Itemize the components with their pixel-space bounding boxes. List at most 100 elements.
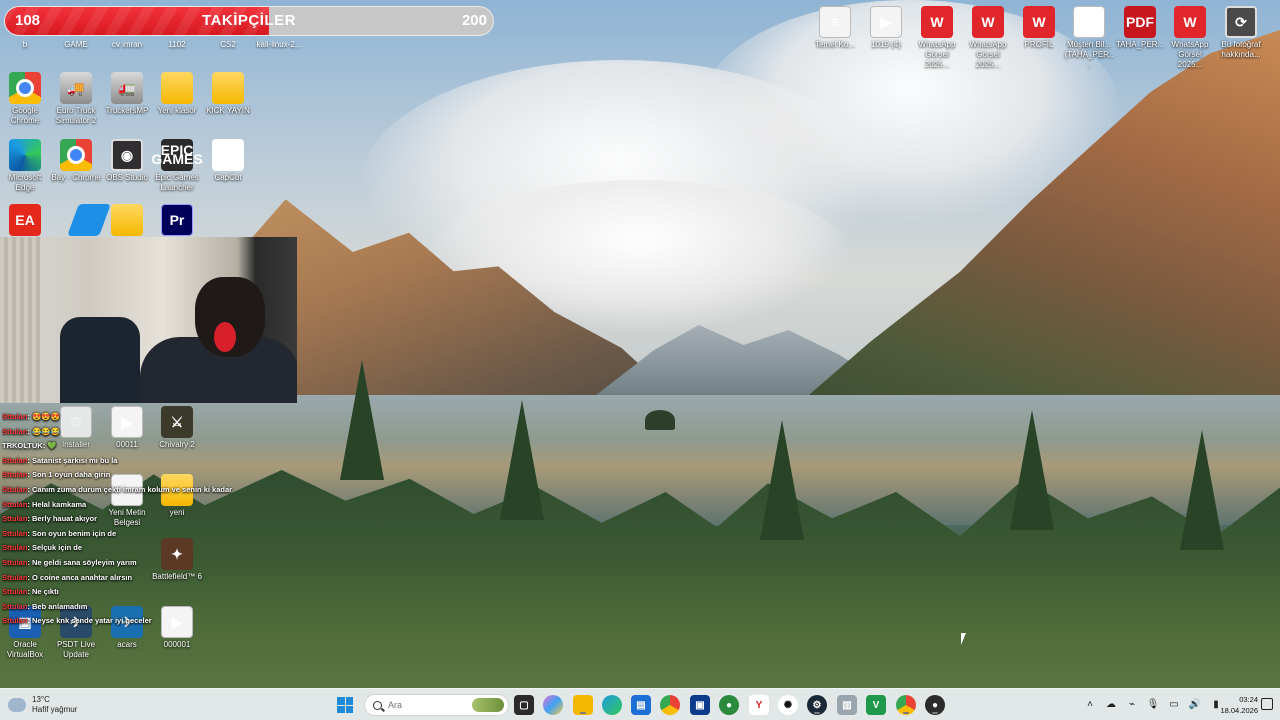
copilot-icon[interactable] — [543, 695, 563, 715]
chat-message: Sttulan: 😂😂😂 — [2, 426, 61, 436]
epic-icon: EPIC GAMES — [151, 139, 203, 171]
clock[interactable]: 03:24 18.04.2026 — [1220, 694, 1258, 716]
desktop-icon-label[interactable]: b — [0, 40, 50, 49]
microphone-icon[interactable]: 🎙 — [1147, 698, 1160, 710]
desktop-icon[interactable]: W WhatsApp Görsel 2025... — [1165, 6, 1215, 70]
desktop-icon-truckersmp[interactable]: 🚛 TruckersMP — [102, 72, 152, 116]
desktop-icon-edge[interactable]: Microsoft Edge — [0, 139, 50, 193]
desktop-icon-epic-games[interactable]: EPIC GAMES Epic Games Launcher — [151, 139, 203, 193]
ea-icon: EA — [9, 204, 41, 236]
chat-message: Sttulan: Helal kamkama — [2, 499, 87, 509]
chat-message: Sttulan: Berly hauat akıyor — [2, 514, 98, 524]
chrome-icon[interactable] — [660, 695, 680, 715]
volume-icon[interactable]: 🔊 — [1189, 698, 1201, 710]
follower-goal-bar: 108 TAKİPÇİLER 200 — [4, 6, 494, 36]
desktop-icon-chrome[interactable]: Bay - Chrome — [51, 139, 101, 183]
folder-icon — [111, 204, 143, 236]
headset-icon — [214, 322, 236, 352]
chat-message: Sttulan: 😍😍😍 — [2, 412, 61, 421]
vs-code-icon[interactable]: V — [866, 695, 886, 715]
chat-message: TRKOLTUK: 💚 — [2, 441, 57, 451]
desktop-icon[interactable]: W WhatsApp Görsel 2025... — [963, 6, 1013, 70]
chrome-profile-icon[interactable] — [896, 695, 916, 715]
search-icon — [373, 700, 382, 710]
desktop-icon[interactable]: ▶ 1019 (4) — [861, 6, 911, 50]
desktop-icon[interactable]: PDF TAHA_PER... — [1115, 6, 1165, 50]
desktop-icon-label[interactable]: 1102 — [152, 40, 202, 49]
start-button[interactable] — [337, 697, 353, 713]
taskbar-search[interactable] — [364, 694, 509, 716]
tree — [760, 420, 804, 540]
app-icon[interactable]: ● — [925, 695, 945, 715]
desktop-icon-label[interactable]: kali-linux-2... — [254, 40, 304, 49]
info-icon: ⟳ — [1225, 6, 1257, 38]
windows-logo-icon — [337, 697, 345, 705]
weather-temperature: 13°C — [32, 695, 50, 704]
desktop-icon-label[interactable]: CS2 — [203, 40, 253, 49]
obs-icon: ◉ — [111, 139, 143, 171]
desktop-icon-label[interactable]: cv imran — [102, 40, 152, 49]
chat-message: Sttulan: Son 1 oyun daha girin — [2, 470, 111, 480]
chat-message: Sttulan: Satanist şarkısı mı bu la — [2, 455, 118, 465]
xbox-icon[interactable]: ● — [719, 695, 739, 715]
search-highlight-icon — [472, 698, 504, 712]
steam-icon[interactable]: ⚙ — [807, 695, 827, 715]
tree — [340, 360, 384, 480]
wps-icon: W — [1023, 6, 1055, 38]
desktop-icon-obs[interactable]: ◉ OBS Studio — [102, 139, 152, 183]
rain-cloud-icon — [8, 698, 26, 712]
text-file-icon: ≡ — [819, 6, 851, 38]
follower-goal-target: 200 — [461, 12, 487, 29]
printer-icon[interactable]: ▥ — [837, 695, 857, 715]
chat-message: Sttulan: Beb anlamadım — [2, 601, 88, 611]
chat-message: Sttulan: Selçuk için de — [2, 543, 83, 553]
tree — [1010, 410, 1054, 530]
chatgpt-icon[interactable]: ✺ — [778, 695, 798, 715]
yandex-icon[interactable]: Y — [749, 695, 769, 715]
desktop-icon[interactable]: W Müşteri Bil... (TAHA_PER... — [1064, 6, 1114, 70]
curtain — [0, 237, 40, 403]
desktop-icon-folder[interactable] — [102, 204, 152, 236]
onedrive-icon[interactable]: ☁ — [1105, 698, 1117, 710]
chat-message: Sttulan: Neyse knk sende yatar iyi gecel… — [2, 616, 152, 626]
desktop-icon[interactable]: ⟳ Bu fotoğraf hakkında... — [1216, 6, 1266, 60]
terminal-icon[interactable]: ▣ — [690, 695, 710, 715]
chrome-icon — [9, 72, 41, 104]
desktop-icon-ea[interactable]: EA — [0, 204, 50, 236]
follower-goal-title: TAKİPÇİLER — [202, 12, 296, 29]
desktop-icon-chrome[interactable]: Google Chrome — [0, 72, 50, 126]
store-icon[interactable]: ▤ — [631, 695, 651, 715]
chat-message: Sttulan: Canım zuma durum çekti imram ko… — [2, 484, 233, 494]
task-view-icon[interactable]: ▢ — [514, 695, 534, 715]
mouse-cursor-icon — [961, 633, 966, 645]
desktop-icon-premiere[interactable]: Pr — [152, 204, 202, 236]
desktop-icon-capcut[interactable]: ✂ CapCut — [203, 139, 253, 183]
weather-widget[interactable]: 13°C Hafif yağmur — [8, 693, 77, 717]
clock-date: 18.04.2026 — [1220, 706, 1258, 715]
chat-message: Sttulan: Ne geldi sana söyleyim yarım — [2, 557, 137, 567]
gaming-chair — [60, 317, 140, 403]
display-icon[interactable]: ▭ — [1168, 698, 1180, 710]
desktop-icon[interactable]: W PROFİL — [1014, 6, 1064, 50]
desktop-icon-folder[interactable]: Yeni klasör — [152, 72, 202, 116]
desktop-icon-euro-truck[interactable]: 🚚 Euro Truck Simulator 2 — [51, 72, 101, 126]
file-explorer-icon[interactable] — [573, 695, 593, 715]
search-input[interactable] — [388, 700, 458, 710]
chevron-up-icon[interactable]: ˄ — [1084, 698, 1096, 710]
webcam-overlay — [0, 237, 297, 403]
video-file-icon: ▶ — [870, 6, 902, 38]
network-icon[interactable]: ⌁ — [1126, 698, 1138, 710]
notification-icon[interactable] — [1261, 698, 1273, 710]
weather-description: Hafif yağmur — [32, 705, 78, 714]
truck-icon: 🚚 — [60, 72, 92, 104]
desktop-icon[interactable]: ≡ Temel Ko... — [810, 6, 860, 50]
desktop-icon-folder[interactable]: KICK YAYIN — [203, 72, 253, 116]
system-tray: ˄ ☁ ⌁ 🎙 ▭ 🔊 ▮ — [1084, 698, 1222, 710]
truckersmp-icon: 🚛 — [111, 72, 143, 104]
desktop-icon[interactable]: W WhatsApp Görsel 2025... — [912, 6, 962, 70]
edge-icon[interactable] — [602, 695, 622, 715]
stream-chat-overlay: Sttulan: 😍😍😍 Sttulan: 😂😂😂 TRKOLTUK: 💚 St… — [2, 410, 292, 629]
desktop-icon-label[interactable]: GAME — [51, 40, 101, 49]
wps-icon: W — [921, 6, 953, 38]
tree — [500, 400, 544, 520]
